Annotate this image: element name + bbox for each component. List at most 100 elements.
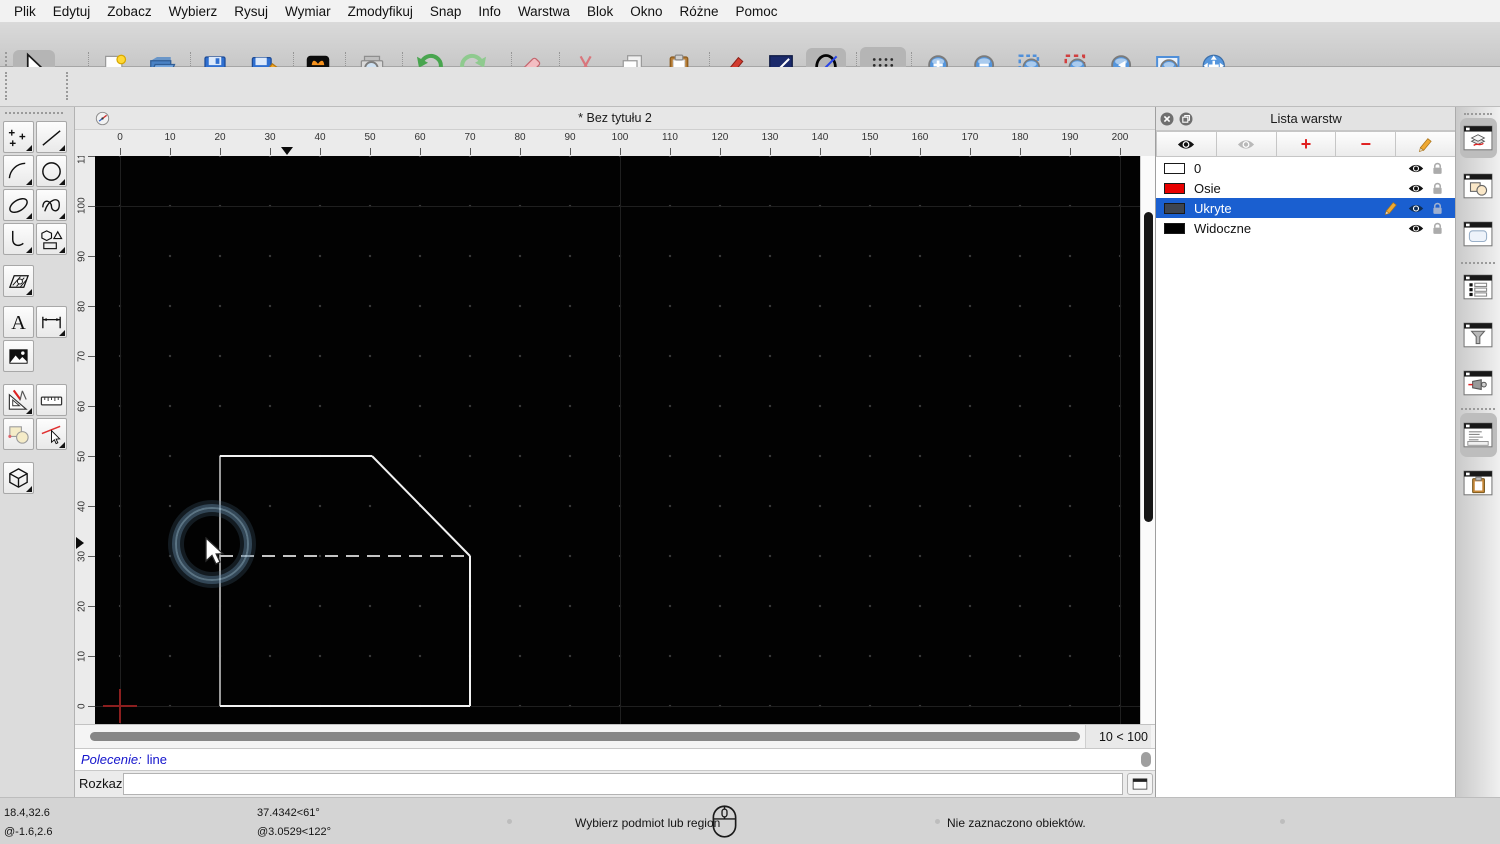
toolbar-drag-handle[interactable] xyxy=(5,72,7,100)
trim-tool-button[interactable] xyxy=(36,418,67,450)
layer-row-0[interactable]: 0 xyxy=(1156,158,1456,178)
points-tool-button[interactable] xyxy=(3,121,34,153)
hruler-label: 130 xyxy=(755,132,785,143)
vruler-label: 70 xyxy=(76,341,88,371)
drawing-canvas[interactable] xyxy=(95,156,1140,724)
layer-color-swatch[interactable] xyxy=(1164,203,1185,214)
menu-blok[interactable]: Blok xyxy=(587,4,613,19)
menu-zmodyfikuj[interactable]: Zmodyfikuj xyxy=(348,4,413,19)
modify-tool-button[interactable] xyxy=(3,384,34,416)
menu-plik[interactable]: Plik xyxy=(14,4,36,19)
spline-tool-button[interactable] xyxy=(36,189,67,221)
measure-tool-button[interactable] xyxy=(36,384,67,416)
library-panel-button[interactable] xyxy=(1463,220,1493,248)
dock-drag-handle[interactable] xyxy=(1464,113,1492,115)
layer-list-panel-button[interactable] xyxy=(1463,124,1493,152)
select-shapes-button[interactable] xyxy=(3,418,34,450)
layer-color-swatch[interactable] xyxy=(1164,163,1185,174)
layer-visibility-icon[interactable] xyxy=(1408,203,1424,214)
hruler-tick xyxy=(120,148,121,155)
line-tool-button[interactable] xyxy=(36,121,67,153)
horizontal-scrollbar-thumb[interactable] xyxy=(90,732,1080,741)
eye-off-icon xyxy=(1237,138,1255,151)
menu-edytuj[interactable]: Edytuj xyxy=(53,4,91,19)
layer-row-osie[interactable]: Osie xyxy=(1156,178,1456,198)
vruler-tick xyxy=(88,606,95,607)
layer-color-swatch[interactable] xyxy=(1164,223,1185,234)
dock-toolbar xyxy=(1455,107,1500,797)
command-input[interactable] xyxy=(123,773,1123,795)
vruler-label: 30 xyxy=(76,541,88,571)
hruler-label: 20 xyxy=(205,132,235,143)
edit-layer-button[interactable] xyxy=(1396,131,1456,157)
command-options-button[interactable] xyxy=(1127,773,1153,795)
vertical-scrollbar[interactable] xyxy=(1140,156,1155,724)
filter-panel-button[interactable] xyxy=(1463,321,1493,349)
layer-lock-icon[interactable] xyxy=(1432,202,1443,215)
menu-r-ne[interactable]: Różne xyxy=(680,4,719,19)
hruler-label: 40 xyxy=(305,132,335,143)
list-view-panel-button[interactable] xyxy=(1463,273,1493,301)
vruler-label: 80 xyxy=(76,291,88,321)
palette-drag-handle[interactable] xyxy=(5,112,63,114)
dimension-tool-button[interactable] xyxy=(36,306,67,338)
clipboard-panel-button[interactable] xyxy=(1463,469,1493,497)
vertical-scrollbar-thumb[interactable] xyxy=(1144,212,1153,522)
dock-separator xyxy=(1461,408,1495,410)
history-scrollbar-thumb[interactable] xyxy=(1141,752,1151,767)
layer-color-swatch[interactable] xyxy=(1164,183,1185,194)
layer-lock-icon[interactable] xyxy=(1432,222,1443,235)
close-icon[interactable] xyxy=(1160,112,1174,126)
layer-visibility-icon[interactable] xyxy=(1408,183,1424,194)
hide-all-layers-button[interactable] xyxy=(1217,131,1277,157)
add-layer-button[interactable]: + xyxy=(1277,131,1337,157)
layer-row-ukryte[interactable]: Ukryte xyxy=(1156,198,1456,218)
hruler-tick xyxy=(1120,148,1121,155)
layer-visibility-icon[interactable] xyxy=(1408,163,1424,174)
remove-layer-button[interactable]: − xyxy=(1336,131,1396,157)
hruler-label: 80 xyxy=(505,132,535,143)
absolute-coordinates: 18.4,32.6 xyxy=(4,807,50,819)
show-all-layers-button[interactable] xyxy=(1156,131,1217,157)
hruler-label: 170 xyxy=(955,132,985,143)
hruler-tick xyxy=(320,148,321,155)
shapes-tool-button[interactable] xyxy=(36,223,67,255)
vruler-label: 0 xyxy=(76,691,88,721)
dimension-icon xyxy=(39,310,64,335)
circle-tool-button[interactable] xyxy=(36,155,67,187)
horizontal-scrollbar[interactable]: 10 < 100 xyxy=(75,724,1155,748)
layer-name: Osie xyxy=(1194,181,1408,196)
text-tool-button[interactable]: A xyxy=(3,306,34,338)
layer-name: Ukryte xyxy=(1194,201,1384,216)
layer-visibility-icon[interactable] xyxy=(1408,223,1424,234)
menu-wymiar[interactable]: Wymiar xyxy=(285,4,331,19)
menu-pomoc[interactable]: Pomoc xyxy=(736,4,778,19)
spline-icon xyxy=(39,193,64,218)
image-tool-button[interactable] xyxy=(3,340,34,372)
solid-tool-button[interactable] xyxy=(3,462,34,494)
menu-snap[interactable]: Snap xyxy=(430,4,462,19)
command-line-panel-button[interactable] xyxy=(1463,421,1493,449)
drawing-entity-line[interactable] xyxy=(372,456,470,556)
float-panel-icon[interactable] xyxy=(1179,112,1193,126)
action-hint: Wybierz podmiot lub region xyxy=(575,816,720,830)
ellipse-tool-button[interactable] xyxy=(3,189,34,221)
document-titlebar[interactable]: * Bez tytułu 2 xyxy=(75,107,1155,130)
layer-row-widoczne[interactable]: Widoczne xyxy=(1156,218,1456,238)
polyline-tool-button[interactable] xyxy=(3,223,34,255)
menu-wybierz[interactable]: Wybierz xyxy=(169,4,218,19)
block-list-panel-button[interactable] xyxy=(1463,172,1493,200)
view-panel-button[interactable] xyxy=(1463,369,1493,397)
layer-edit-icon[interactable] xyxy=(1384,201,1398,215)
arc-tool-button[interactable] xyxy=(3,155,34,187)
menu-info[interactable]: Info xyxy=(478,4,501,19)
layer-lock-icon[interactable] xyxy=(1432,182,1443,195)
menu-rysuj[interactable]: Rysuj xyxy=(234,4,268,19)
hatch-tool-button[interactable] xyxy=(3,265,34,297)
menu-warstwa[interactable]: Warstwa xyxy=(518,4,570,19)
vruler-label: 20 xyxy=(76,591,88,621)
menu-okno[interactable]: Okno xyxy=(630,4,662,19)
menu-zobacz[interactable]: Zobacz xyxy=(107,4,151,19)
hruler-tick xyxy=(820,148,821,155)
layer-lock-icon[interactable] xyxy=(1432,162,1443,175)
